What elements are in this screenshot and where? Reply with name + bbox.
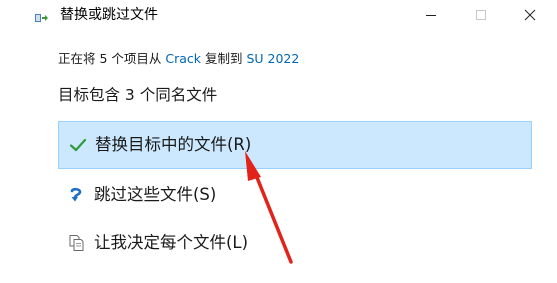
- destination-folder-link[interactable]: SU 2022: [246, 51, 299, 66]
- skip-files-label: 跳过这些文件(S): [94, 185, 217, 204]
- maximize-button[interactable]: [458, 0, 504, 30]
- replace-or-skip-dialog: 替换或跳过文件 正在将 5 个项目从 Crack 复制到 SU 2022 目标包…: [0, 0, 557, 283]
- close-icon: [524, 9, 536, 21]
- minimize-button[interactable]: [408, 0, 454, 30]
- conflict-heading: 目标包含 3 个同名文件: [58, 86, 218, 104]
- compare-files-icon: [66, 232, 88, 254]
- copy-status-text: 正在将 5 个项目从 Crack 复制到 SU 2022: [58, 50, 299, 68]
- close-button[interactable]: [507, 0, 553, 30]
- decide-each-file-label: 让我决定每个文件(L): [94, 233, 249, 252]
- window-title: 替换或跳过文件: [60, 7, 158, 23]
- minimize-icon: [426, 15, 436, 16]
- source-folder-link[interactable]: Crack: [165, 51, 201, 66]
- subtitle-mid: 复制到: [201, 51, 247, 66]
- skip-arrow-icon: [66, 184, 88, 206]
- decide-each-file-option[interactable]: 让我决定每个文件(L): [58, 219, 532, 267]
- replace-files-option[interactable]: 替换目标中的文件(R): [58, 121, 532, 169]
- title-bar: 替换或跳过文件: [0, 0, 557, 30]
- file-move-icon: [35, 9, 51, 22]
- replace-files-label: 替换目标中的文件(R): [95, 135, 252, 154]
- skip-files-option[interactable]: 跳过这些文件(S): [58, 171, 532, 219]
- checkmark-icon: [67, 134, 89, 156]
- maximize-icon: [476, 10, 486, 20]
- subtitle-prefix: 正在将 5 个项目从: [58, 51, 166, 66]
